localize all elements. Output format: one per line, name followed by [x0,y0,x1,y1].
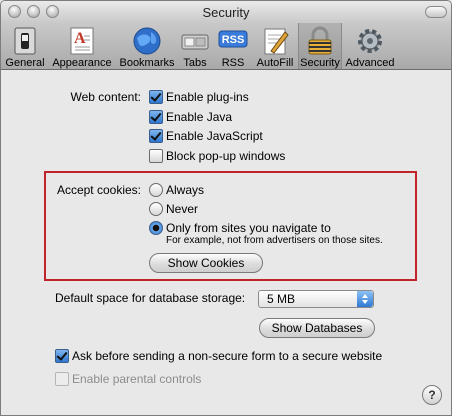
popup-arrows-icon [357,291,373,307]
cookies-note: For example, not from advertisers on tho… [166,235,383,246]
tab-security-label: Security [300,57,340,69]
tab-general-label: General [5,57,45,69]
accept-cookies-label: Accept cookies: [56,183,141,197]
parental-controls-label[interactable]: Enable parental controls [72,372,201,386]
preferences-toolbar: General A Appearance Bookmarks Tabs RSS … [1,23,451,70]
tab-advanced[interactable]: Advanced [343,23,397,69]
tab-bookmarks-label: Bookmarks [119,57,175,69]
help-button[interactable]: ? [422,385,442,405]
cookies-only-visited-label[interactable]: Only from sites you navigate to [166,221,331,235]
show-databases-button[interactable]: Show Databases [259,318,375,338]
tab-autofill[interactable]: AutoFill [253,23,297,69]
cookies-only-visited-radio[interactable] [149,221,163,235]
gear-icon [358,29,382,53]
svg-text:A: A [74,30,86,47]
globe-icon [133,27,161,55]
block-popups-label[interactable]: Block pop-up windows [166,149,285,163]
toolbar-toggle-button[interactable] [425,6,447,18]
rss-badge-text: RSS [222,34,245,46]
tab-advanced-label: Advanced [345,57,395,69]
tab-tabs[interactable]: Tabs [177,23,213,69]
enable-javascript-label[interactable]: Enable JavaScript [166,129,263,143]
enable-java-label[interactable]: Enable Java [166,110,232,124]
tabs-icon [181,34,209,50]
lock-icon [308,26,332,55]
enable-javascript-checkbox[interactable] [149,129,163,143]
autofill-icon [264,28,289,55]
tab-bookmarks[interactable]: Bookmarks [117,23,177,69]
block-popups-checkbox[interactable] [149,149,163,163]
cookies-never-radio[interactable] [149,202,163,216]
tab-appearance-label: Appearance [52,57,112,69]
appearance-icon: A [70,27,94,55]
show-cookies-button[interactable]: Show Cookies [149,253,263,273]
tab-rss-label: RSS [221,57,245,69]
enable-plugins-checkbox[interactable] [149,90,163,104]
preferences-window: Security General A Appearance Bookmarks … [0,0,452,416]
security-pane: Web content: Enable plug-ins Enable Java… [1,70,451,415]
ask-nonsecure-checkbox[interactable] [55,349,69,363]
tab-security[interactable]: Security [298,23,342,69]
general-switch-icon [14,27,36,55]
cookies-always-label[interactable]: Always [166,183,204,197]
tab-appearance[interactable]: A Appearance [50,23,114,69]
tab-autofill-label: AutoFill [256,57,294,69]
parental-controls-checkbox[interactable] [55,372,69,386]
database-storage-label: Default space for database storage: [55,291,246,305]
tab-general[interactable]: General [3,23,47,69]
tab-rss[interactable]: RSS RSS [215,23,251,69]
cookies-always-radio[interactable] [149,183,163,197]
rss-icon: RSS [218,30,248,48]
cookies-never-label[interactable]: Never [166,202,198,216]
database-storage-value: 5 MB [267,292,296,306]
enable-java-checkbox[interactable] [149,110,163,124]
enable-plugins-label[interactable]: Enable plug-ins [166,90,249,104]
database-storage-select[interactable]: 5 MB [258,290,374,308]
web-content-label: Web content: [70,90,142,104]
ask-nonsecure-label[interactable]: Ask before sending a non-secure form to … [72,349,382,363]
window-title: Security [202,5,250,20]
tab-tabs-label: Tabs [183,57,207,69]
title-bar[interactable]: Security [1,1,451,23]
